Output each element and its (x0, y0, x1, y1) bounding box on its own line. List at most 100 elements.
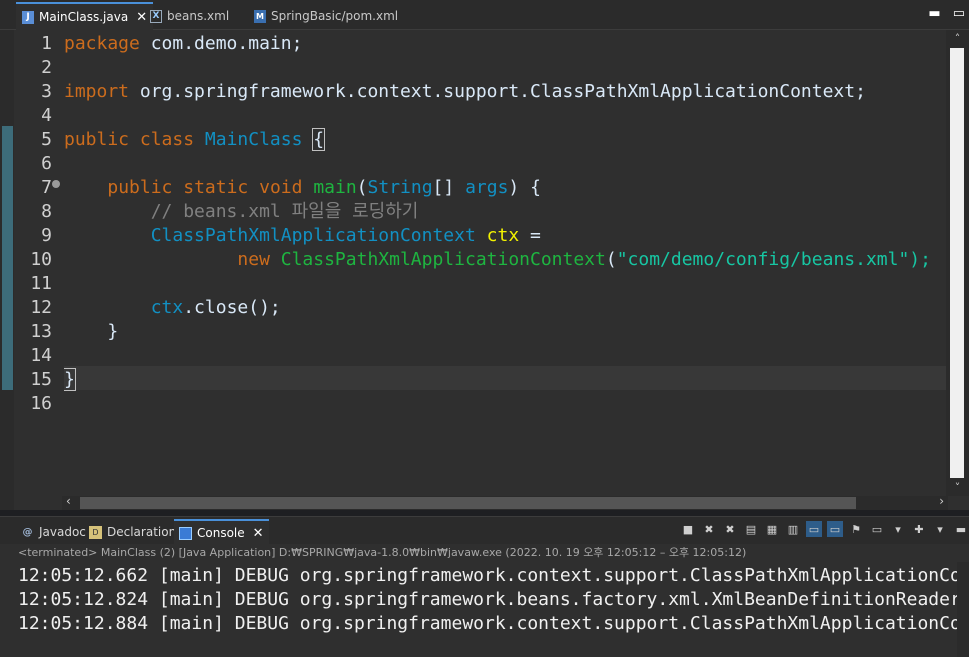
remove-launch-icon[interactable]: ✖ (701, 521, 717, 537)
close-icon[interactable]: ✕ (253, 526, 264, 541)
scroll-up-icon[interactable]: ˄ (946, 32, 969, 45)
tab-console[interactable]: Console ✕ (174, 519, 269, 545)
console-vertical-scrollbar[interactable] (957, 562, 969, 657)
scroll-right-icon[interactable]: › (939, 494, 944, 508)
code-line-3: import org.springframework.context.suppo… (64, 80, 866, 104)
closing-brace: } (107, 321, 119, 342)
console-line: 12:05:12.884 [main] DEBUG org.springfram… (18, 613, 958, 634)
line-number: 4 (41, 105, 52, 126)
editor-vertical-scrollbar[interactable]: ˄ ˅ (946, 30, 969, 496)
keyword: public (64, 129, 130, 150)
code-area[interactable]: package com.demo.main; import org.spring… (64, 30, 946, 496)
scroll-lock-icon[interactable]: ▦ (764, 521, 780, 537)
editor-tab-bar: J MainClass.java ✕ X beans.xml M SpringB… (0, 0, 969, 30)
code-line-15: } (64, 368, 76, 392)
tab-label: Declaration (107, 525, 177, 539)
tab-label: beans.xml (167, 9, 230, 23)
tab-mainclass-java[interactable]: J MainClass.java ✕ (16, 2, 154, 30)
code-line-7: public static void main(String[] args) { (64, 176, 541, 200)
tab-beans-xml[interactable]: X beans.xml (144, 4, 235, 28)
display-console-icon[interactable]: ▭ (869, 521, 885, 537)
word-wrap-icon[interactable]: ▥ (785, 521, 801, 537)
paren: ( (356, 177, 368, 198)
tab-label: MainClass.java (39, 10, 129, 24)
constructor-call: ClassPathXmlApplicationContext (280, 249, 606, 270)
line-number: 8 (41, 201, 52, 222)
editor-window-controls: ▬ ▭ (928, 6, 965, 21)
line-number: 12 (30, 297, 52, 318)
dropdown-chevron-icon[interactable]: ▾ (890, 521, 906, 537)
line-number: 13 (30, 321, 52, 342)
comment: // beans.xml 파일을 로딩하기 (150, 201, 419, 222)
paren: ( (605, 249, 617, 270)
dropdown-chevron-icon[interactable]: ▾ (932, 521, 948, 537)
console-toolbar: ■ ✖ ✖ ▤ ▦ ▥ ▭ ▭ ⚑ ▭ ▾ ✚ ▾ ▬ (680, 521, 969, 537)
console-output[interactable]: 12:05:12.662 [main] DEBUG org.springfram… (0, 562, 969, 657)
tab-label: Console (197, 526, 245, 540)
scroll-left-icon[interactable]: ‹ (66, 494, 71, 508)
tab-declaration[interactable]: D Declaration (84, 521, 181, 543)
code-line-5: public class MainClass { (64, 128, 326, 152)
tab-label: Javadoc (39, 525, 86, 539)
line-number: 6 (41, 153, 52, 174)
line-number: 14 (30, 345, 52, 366)
editor-horizontal-scrollbar[interactable]: ‹ › (62, 494, 948, 510)
code-line-12: ctx.close(); (64, 296, 281, 320)
text-caret (74, 370, 76, 390)
string-literal: "com/demo/config/beans.xml"); (616, 249, 931, 270)
keyword: new (237, 249, 270, 270)
scrollbar-thumb[interactable] (80, 497, 856, 509)
line-number: 3 (41, 81, 52, 102)
line-number: 15 (30, 369, 52, 390)
variable-ref: ctx (150, 297, 184, 318)
line-number: 5 (41, 129, 52, 150)
show-on-stderr-icon[interactable]: ▭ (827, 521, 843, 537)
console-tab-bar: @ Javadoc D Declaration Console ✕ ■ ✖ ✖ … (0, 516, 969, 545)
code-line-10: new ClassPathXmlApplicationContext("com/… (64, 248, 931, 272)
code-line-1: package com.demo.main; (64, 32, 302, 56)
package-name: com.demo.main; (139, 33, 303, 54)
clear-console-icon[interactable]: ▤ (743, 521, 759, 537)
remove-all-terminated-icon[interactable]: ✖ (722, 521, 738, 537)
param-name: args (465, 177, 509, 198)
minimize-icon[interactable]: ▬ (928, 6, 940, 21)
line-number: 9 (41, 225, 52, 246)
matching-brace: { (312, 128, 326, 151)
tab-javadoc[interactable]: @ Javadoc (16, 521, 91, 543)
scroll-down-icon[interactable]: ˅ (946, 481, 969, 494)
code-line-9: ClassPathXmlApplicationContext ctx = (64, 224, 541, 248)
code-line-13: } (64, 320, 118, 344)
line-number: 16 (30, 393, 52, 414)
override-marker-icon[interactable] (52, 180, 60, 188)
line-number: 7 (41, 177, 52, 198)
declaration-icon: D (89, 525, 102, 539)
keyword: static (183, 177, 249, 198)
type-name: ClassPathXmlApplicationContext (150, 225, 476, 246)
maximize-icon[interactable]: ▭ (953, 6, 965, 21)
array-brackets: [] (432, 177, 466, 198)
param-type: String (367, 177, 433, 198)
method-name: main (313, 177, 357, 198)
class-name: MainClass (204, 129, 303, 150)
tab-label: SpringBasic/pom.xml (271, 9, 399, 23)
java-file-icon: J (22, 10, 34, 24)
console-line: 12:05:12.824 [main] DEBUG org.springfram… (18, 589, 958, 610)
code-line-8: // beans.xml 파일을 로딩하기 (64, 200, 419, 224)
keyword: package (64, 33, 140, 54)
line-number: 2 (41, 57, 52, 78)
tab-pom-xml[interactable]: M SpringBasic/pom.xml (248, 4, 404, 28)
operator: = (519, 225, 541, 246)
maven-pom-icon: M (254, 9, 266, 23)
code-editor[interactable]: 1 2 3 4 5 6 7 8 9 10 11 12 13 14 15 16 p… (2, 30, 969, 510)
scrollbar-thumb[interactable] (950, 48, 964, 478)
show-on-stdout-icon[interactable]: ▭ (806, 521, 822, 537)
minimize-icon[interactable]: ▬ (953, 521, 969, 537)
closing-brace: } (64, 368, 76, 391)
console-launch-status: <terminated> MainClass (2) [Java Applica… (0, 544, 969, 562)
variable-name: ctx (486, 225, 520, 246)
pin-console-icon[interactable]: ⚑ (848, 521, 864, 537)
new-console-icon[interactable]: ✚ (911, 521, 927, 537)
terminate-icon[interactable]: ■ (680, 521, 696, 537)
console-line: 12:05:12.662 [main] DEBUG org.springfram… (18, 565, 958, 586)
paren-brace: ) { (508, 177, 541, 198)
